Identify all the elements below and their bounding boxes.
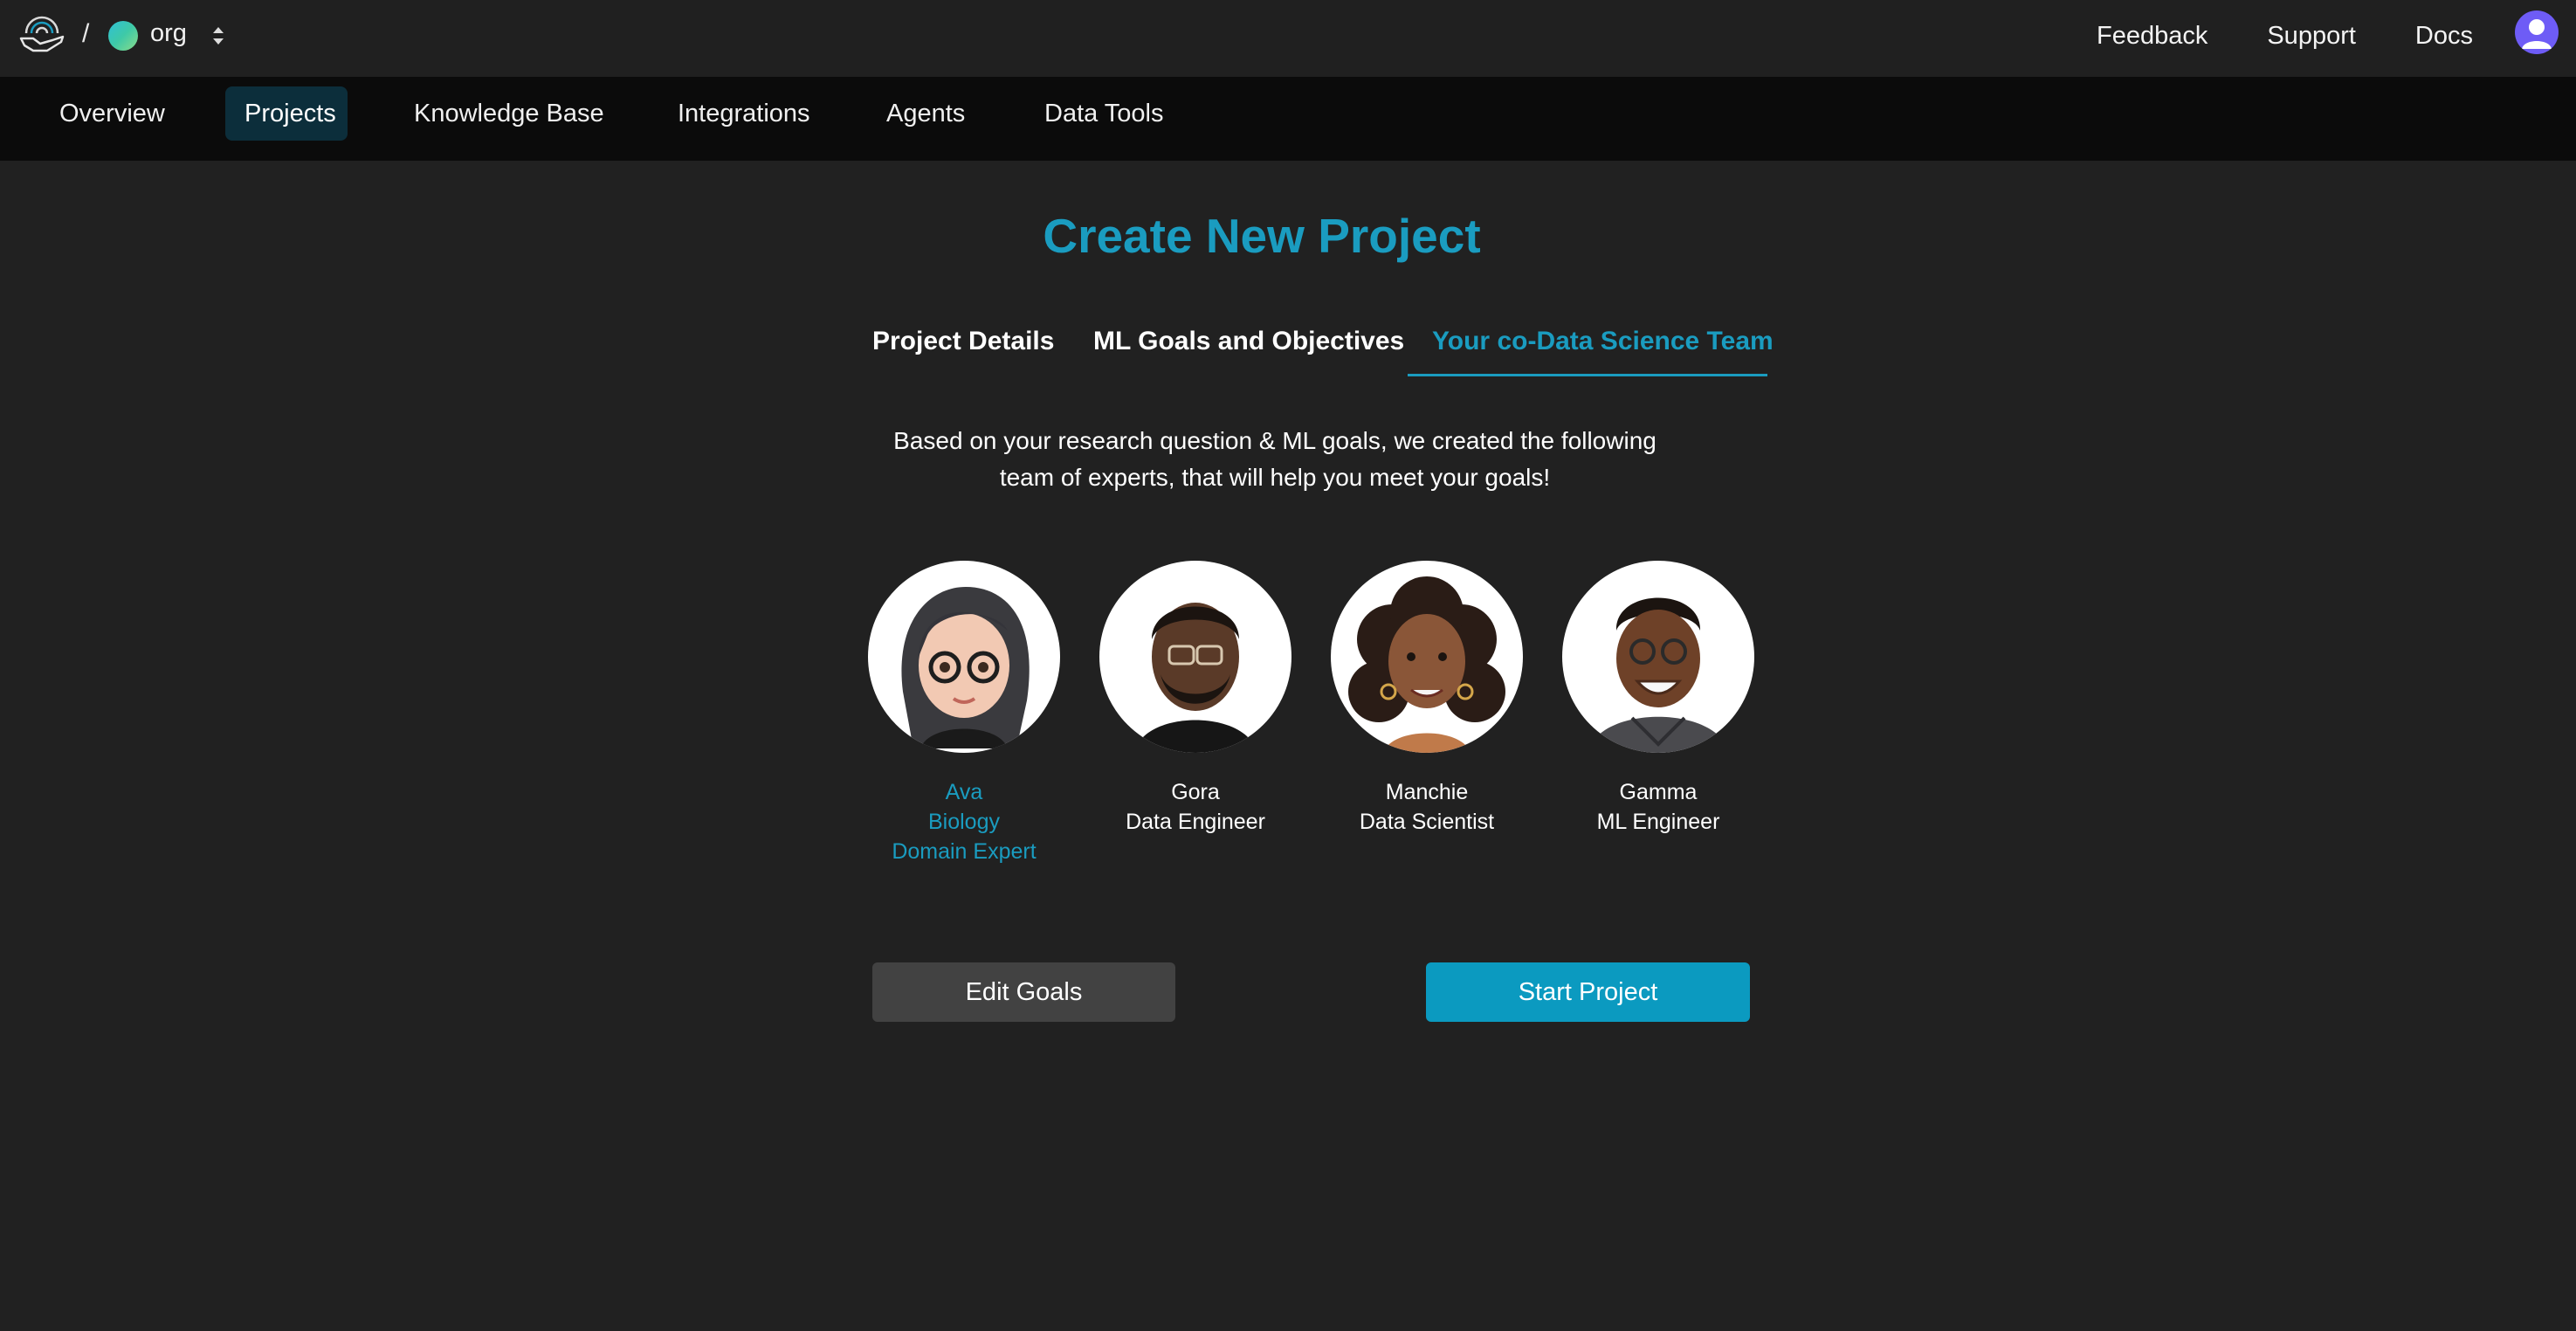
member-role: Data Engineer: [1126, 810, 1265, 834]
tab-project-details[interactable]: Project Details: [872, 327, 1054, 356]
member-role: ML Engineer: [1596, 810, 1720, 834]
docs-link[interactable]: Docs: [2415, 22, 2473, 51]
nav-agents[interactable]: Agents: [867, 86, 984, 141]
nav-overview[interactable]: Overview: [40, 86, 184, 141]
org-avatar-icon: [108, 21, 138, 51]
member-name: Ava: [945, 780, 983, 804]
avatar-gamma: [1562, 561, 1754, 753]
nav-projects[interactable]: Projects: [225, 86, 348, 141]
intro-line-1: Based on your research question & ML goa…: [893, 427, 1656, 454]
intro-line-2: team of experts, that will help you meet…: [999, 464, 1551, 491]
team-member-gora[interactable]: Gora Data Engineer: [1064, 561, 1326, 837]
user-avatar-icon[interactable]: [2515, 10, 2559, 54]
top-links: Feedback Support Docs: [2097, 0, 2576, 72]
member-name: Manchie: [1385, 780, 1469, 804]
feedback-link[interactable]: Feedback: [2097, 22, 2208, 51]
member-role: Biology: [928, 810, 1000, 834]
avatar-gora: [1099, 561, 1291, 753]
team-member-manchie[interactable]: Manchie Data Scientist: [1296, 561, 1558, 837]
active-tab-indicator: [1408, 374, 1767, 376]
member-name: Gora: [1171, 780, 1220, 804]
org-name[interactable]: org: [150, 19, 187, 48]
member-role: Data Scientist: [1359, 810, 1495, 834]
nav-data-tools[interactable]: Data Tools: [1025, 86, 1183, 141]
member-role-detail: Domain Expert: [892, 839, 1037, 864]
tab-co-data-science-team[interactable]: Your co-Data Science Team: [1432, 327, 1774, 356]
nav-integrations[interactable]: Integrations: [658, 86, 830, 141]
nav-knowledge-base[interactable]: Knowledge Base: [395, 86, 623, 141]
top-bar: / org Feedback Support Docs: [0, 0, 2576, 77]
chevron-updown-icon[interactable]: [210, 23, 227, 49]
avatar-ava: [868, 561, 1060, 753]
breadcrumb-separator: /: [82, 19, 90, 48]
brain-hand-logo-icon[interactable]: [17, 12, 66, 61]
team-member-ava[interactable]: Ava Biology Domain Expert: [833, 561, 1095, 866]
tab-ml-goals[interactable]: ML Goals and Objectives: [1093, 327, 1404, 356]
start-project-button[interactable]: Start Project: [1426, 962, 1750, 1022]
member-name: Gamma: [1619, 780, 1698, 804]
main-nav: Overview Projects Knowledge Base Integra…: [0, 77, 2576, 161]
intro-text: Based on your research question & ML goa…: [838, 423, 1712, 496]
team-member-gamma[interactable]: Gamma ML Engineer: [1527, 561, 1789, 837]
edit-goals-button[interactable]: Edit Goals: [872, 962, 1175, 1022]
page-title: Create New Project: [1043, 209, 1481, 263]
avatar-manchie: [1331, 561, 1523, 753]
support-link[interactable]: Support: [2267, 22, 2356, 51]
